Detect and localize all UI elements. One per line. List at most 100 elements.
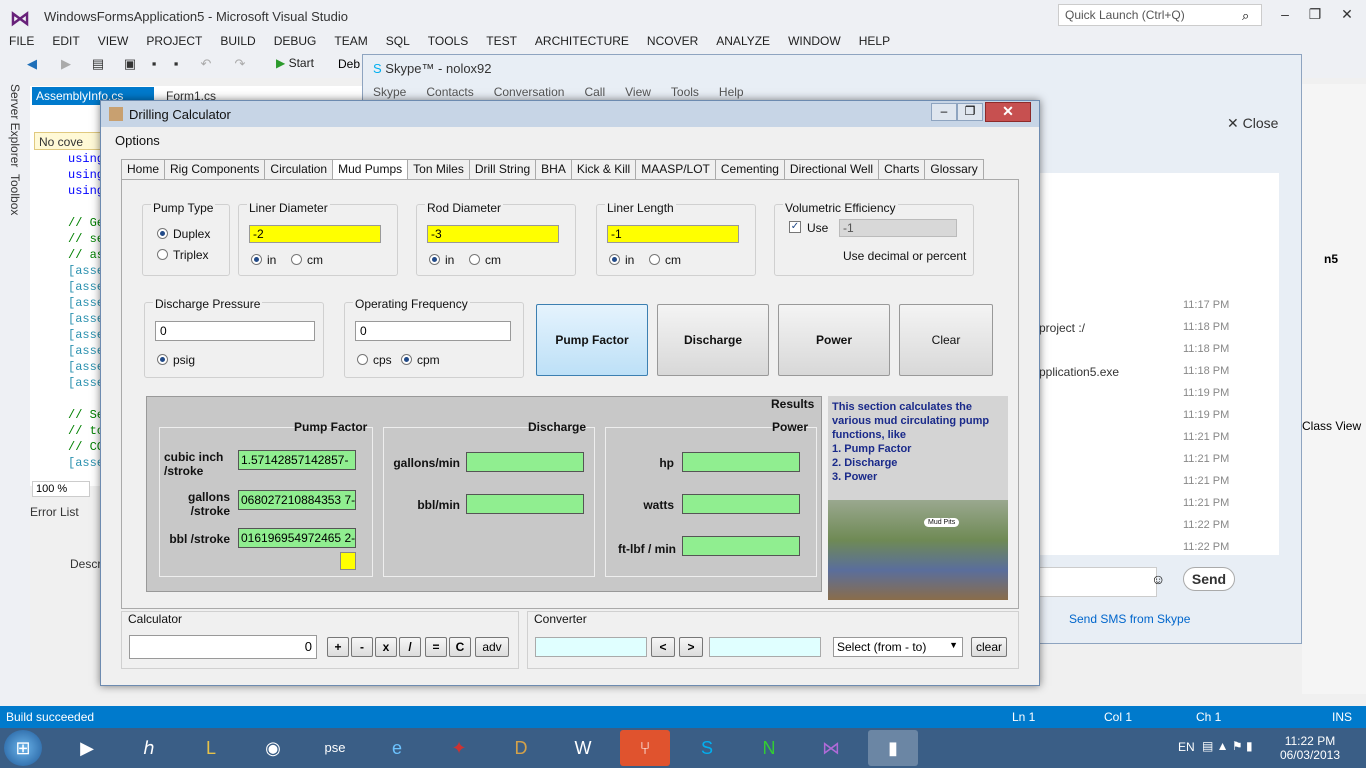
tab-directional-well[interactable]: Directional Well [783, 159, 880, 179]
bbl-min-output[interactable] [466, 494, 584, 514]
class-view-tab[interactable]: Class View [1302, 419, 1361, 433]
save-icon[interactable]: ▪ [146, 56, 162, 72]
multiply-button[interactable]: x [375, 637, 397, 657]
rod-diameter-input[interactable]: -3 [427, 225, 559, 243]
media-player-icon[interactable]: ▶ [62, 730, 112, 766]
quick-launch-input[interactable]: Quick Launch (Ctrl+Q) [1058, 4, 1262, 26]
drilling-calculator-taskbar-icon[interactable]: ▮ [868, 730, 918, 766]
skype-menu-skype[interactable]: Skype [373, 85, 406, 99]
skype-menu-conversation[interactable]: Conversation [494, 85, 565, 99]
skype-menu-contacts[interactable]: Contacts [426, 85, 473, 99]
divide-button[interactable]: / [399, 637, 421, 657]
options-menu[interactable]: Options [115, 133, 160, 148]
debug-config-dropdown[interactable]: Deb [338, 57, 362, 71]
skype-menu-tools[interactable]: Tools [671, 85, 699, 99]
minus-button[interactable]: - [351, 637, 373, 657]
discharge-button[interactable]: Discharge [657, 304, 769, 376]
bbl-stroke-output[interactable]: 016196954972465 2- [238, 528, 356, 548]
menu-analyze[interactable]: ANALYZE [707, 32, 779, 50]
converter-to-input[interactable] [709, 637, 821, 657]
equals-button[interactable]: = [425, 637, 447, 657]
close-icon[interactable]: ✕ [985, 102, 1031, 122]
new-project-icon[interactable]: ▤ [90, 56, 106, 72]
liner-diameter-input[interactable]: -2 [249, 225, 381, 243]
gallons-stroke-output[interactable]: 068027210884353 7- [238, 490, 356, 510]
send-sms-link[interactable]: Send SMS from Skype [1069, 612, 1190, 626]
triplex-radio[interactable]: Triplex [157, 248, 209, 262]
menu-build[interactable]: BUILD [211, 32, 264, 50]
operating-frequency-input[interactable]: 0 [355, 321, 511, 341]
pse-icon[interactable]: pse [310, 730, 360, 766]
converter-prev-button[interactable]: < [651, 637, 675, 657]
cpm-radio[interactable]: cpm [401, 353, 440, 367]
pump-factor-button[interactable]: Pump Factor [536, 304, 648, 376]
start-button[interactable]: ▶ Start [276, 56, 314, 70]
visual-studio-taskbar-icon[interactable]: ⋈ [806, 730, 856, 766]
clock[interactable]: 11:22 PM 06/03/2013 [1280, 734, 1340, 762]
start-menu-icon[interactable]: ⊞ [4, 730, 42, 766]
menu-architecture[interactable]: ARCHITECTURE [526, 32, 638, 50]
league-of-legends-icon[interactable]: L [186, 730, 236, 766]
skype-taskbar-icon[interactable]: S [682, 730, 732, 766]
use-checkbox[interactable]: ✓ [789, 221, 801, 233]
menu-debug[interactable]: DEBUG [265, 32, 326, 50]
menu-file[interactable]: FILE [0, 32, 43, 50]
chrome-icon[interactable]: ◉ [248, 730, 298, 766]
power-button[interactable]: Power [778, 304, 890, 376]
nunit-icon[interactable]: N [744, 730, 794, 766]
restore-icon[interactable]: ❐ [1304, 6, 1326, 24]
clear-button[interactable]: Clear [899, 304, 993, 376]
tab-glossary[interactable]: Glossary [924, 159, 984, 179]
menu-edit[interactable]: EDIT [43, 32, 88, 50]
skype-menu-view[interactable]: View [625, 85, 651, 99]
game-icon[interactable]: ✦ [434, 730, 484, 766]
gallons-min-output[interactable] [466, 452, 584, 472]
ft-lbf-min-output[interactable] [682, 536, 800, 556]
plus-button[interactable]: + [327, 637, 349, 657]
hp-output[interactable] [682, 452, 800, 472]
discharge-pressure-input[interactable]: 0 [155, 321, 315, 341]
tab-rig-components[interactable]: Rig Components [164, 159, 266, 179]
solution-item[interactable]: n5 [1324, 252, 1338, 266]
watts-output[interactable] [682, 494, 800, 514]
diablo-icon[interactable]: D [496, 730, 546, 766]
close-icon[interactable]: ✕ [1336, 6, 1358, 24]
tab-home[interactable]: Home [121, 159, 166, 179]
emoticon-icon[interactable]: ☺ [1151, 571, 1165, 587]
converter-select[interactable]: Select (from - to) ▼ [833, 637, 963, 657]
redo-icon[interactable]: ↷ [232, 56, 248, 72]
toolbox-tab[interactable]: Toolbox [8, 174, 22, 215]
duplex-radio[interactable]: Duplex [157, 227, 210, 241]
tab-kick-kill[interactable]: Kick & Kill [570, 159, 637, 179]
menu-test[interactable]: TEST [477, 32, 526, 50]
skype-menu-call[interactable]: Call [584, 85, 605, 99]
rod-diameter-in-radio[interactable]: in [429, 253, 454, 267]
restore-icon[interactable]: ❐ [957, 103, 983, 121]
open-icon[interactable]: ▣ [122, 56, 138, 72]
internet-explorer-icon[interactable]: e [372, 730, 422, 766]
menu-help[interactable]: HELP [850, 32, 899, 50]
chat-input[interactable] [1039, 567, 1157, 597]
word-icon[interactable]: W [558, 730, 608, 766]
menu-sql[interactable]: SQL [377, 32, 419, 50]
minimize-icon[interactable]: – [1274, 6, 1296, 24]
menu-window[interactable]: WINDOW [779, 32, 850, 50]
clear-calc-button[interactable]: C [449, 637, 471, 657]
advanced-button[interactable]: adv [475, 637, 509, 657]
converter-clear-button[interactable]: clear [971, 637, 1007, 657]
undo-icon[interactable]: ↶ [198, 56, 214, 72]
tab-ton-miles[interactable]: Ton Miles [407, 159, 470, 179]
back-icon[interactable]: ◀ [24, 56, 40, 72]
menu-project[interactable]: PROJECT [137, 32, 211, 50]
zoom-dropdown[interactable]: 100 % [32, 481, 90, 497]
hp-icon[interactable]: ℎ [124, 730, 174, 766]
tab-cementing[interactable]: Cementing [714, 159, 785, 179]
forward-icon[interactable]: ▶ [58, 56, 74, 72]
calculator-display[interactable]: 0 [129, 635, 317, 659]
git-icon[interactable]: ⑂ [620, 730, 670, 766]
tray-icons[interactable]: ▤ ▲ ⚑ ▮ [1202, 739, 1253, 753]
menu-view[interactable]: VIEW [89, 32, 138, 50]
cps-radio[interactable]: cps [357, 353, 392, 367]
liner-length-input[interactable]: -1 [607, 225, 739, 243]
language-indicator[interactable]: EN [1178, 740, 1195, 754]
